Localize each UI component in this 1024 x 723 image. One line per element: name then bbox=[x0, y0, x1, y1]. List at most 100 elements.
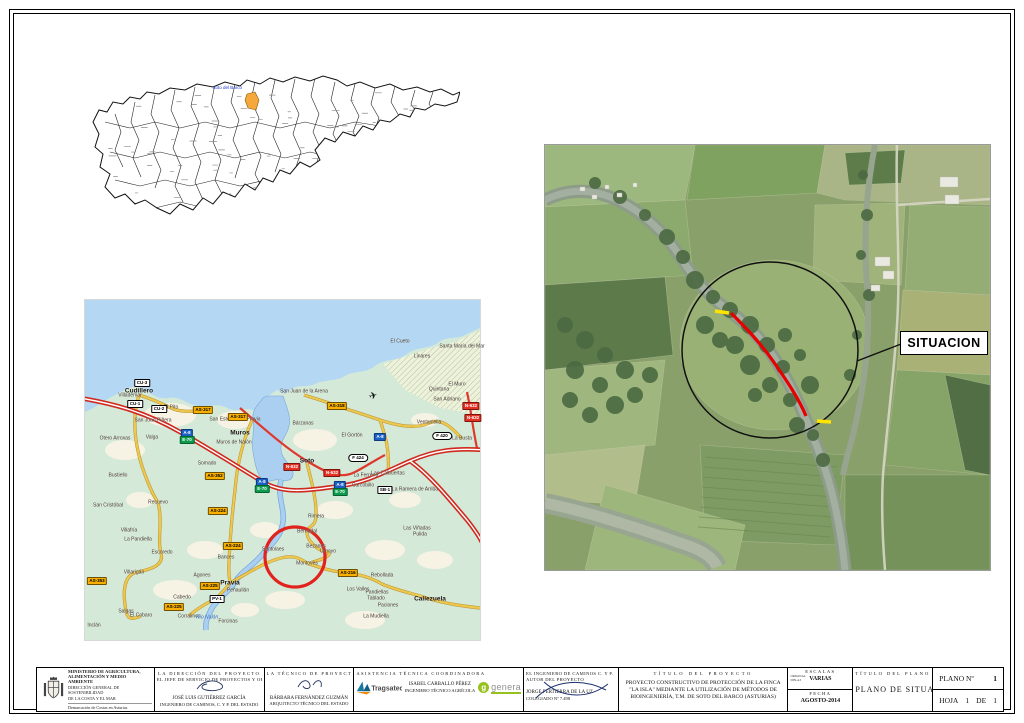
plan-number-label: PLANO Nº bbox=[939, 674, 974, 683]
author-header: EL INGENIERO DE CAMINOS C. Y P. bbox=[526, 671, 616, 677]
technician-signature bbox=[295, 677, 329, 691]
assistance-name: ISABEL CARBALLO PÉREZ bbox=[405, 682, 476, 688]
plan-title-header: TÍTULO DEL PLANO bbox=[855, 671, 930, 677]
aerial-photo: SITUACION bbox=[545, 145, 990, 570]
yellow-tick-end bbox=[817, 421, 831, 422]
town-label: La Ramera de Arriba bbox=[392, 488, 438, 493]
town-label: Paciones bbox=[378, 604, 399, 609]
plan-number-cell: PLANO Nº 1 HOJA 1 DE 1 bbox=[933, 668, 1003, 711]
direction-role: INGENIERO DE CAMINOS, C. Y P. DEL ESTADO bbox=[157, 702, 262, 707]
town-label: Tablado bbox=[367, 597, 385, 602]
road-badge: AS-224 bbox=[223, 542, 243, 550]
road-badge: CU-3 bbox=[134, 379, 150, 387]
town-label: Carcobillo bbox=[352, 484, 374, 489]
sheet-of-label: DE bbox=[976, 696, 986, 705]
town-label: Valga bbox=[146, 436, 158, 441]
road-badge: E-70 bbox=[255, 485, 270, 493]
road-badge: PV-1 bbox=[210, 595, 225, 603]
date-header: FECHA bbox=[788, 691, 852, 697]
road-badge: AS-353 bbox=[87, 577, 107, 585]
plan-sheet: { "asturias_map": { "highlight_label": "… bbox=[0, 0, 1024, 723]
genera-logo-text: genera bbox=[491, 682, 521, 694]
asturias-municipalities-map: Soto del Barco bbox=[85, 62, 460, 237]
spain-coat-of-arms-icon bbox=[43, 676, 64, 704]
road-badge: AS-216 bbox=[338, 569, 358, 577]
town-label: Pulida bbox=[413, 533, 427, 538]
town-label: Urnayo bbox=[320, 550, 336, 555]
scales-value: VARIAS bbox=[788, 676, 852, 682]
genera-logo-icon: g bbox=[478, 682, 489, 693]
project-title-line: BIOINGENIERÍA, T.M. DE SOTO DEL BARCO (A… bbox=[623, 694, 784, 701]
town-label: Bárzanas bbox=[292, 422, 313, 427]
road-badge: F 420 bbox=[432, 432, 452, 440]
road-badge: AS-318 bbox=[327, 402, 347, 410]
town-label: Muros bbox=[230, 431, 250, 436]
town-label: El Gortón bbox=[341, 434, 362, 439]
road-badge: AS-352 bbox=[205, 472, 225, 480]
road-map: ✈ CudilleroMurosSotoPraviaCallezuelaVill… bbox=[85, 300, 480, 640]
direction-header: LA DIRECCIÓN DEL PROYECTO bbox=[157, 671, 262, 677]
town-label: La Pandiella bbox=[124, 538, 152, 543]
town-label: Agones bbox=[194, 574, 211, 579]
technician-cell: LA TÉCNICO DE PROYECTOS Y OBRAS BÁRBARA … bbox=[265, 668, 355, 711]
project-title-cell: TÍTULO DEL PROYECTO PROYECTO CONSTRUCTIV… bbox=[619, 668, 789, 711]
road-badge: CU-1 bbox=[127, 400, 143, 408]
road-badge: AS-317 bbox=[228, 413, 248, 421]
road-badge: SB-1 bbox=[377, 486, 392, 494]
town-label: San Juan Piñera bbox=[135, 419, 172, 424]
road-badge: E-70 bbox=[333, 488, 348, 496]
town-label: Santa María del Mar bbox=[439, 345, 484, 350]
ministry-line: DIRECCIÓN GENERAL DE SOSTENIBILIDAD bbox=[68, 685, 152, 696]
title-block: MINISTERIO DE AGRICULTURA, ALIMENTACIÓN … bbox=[36, 667, 1004, 712]
sheet-label: HOJA bbox=[939, 696, 958, 705]
road-badge: AS-225 bbox=[164, 603, 184, 611]
road-badge: AS-317 bbox=[193, 406, 213, 414]
date-value: AGOSTO-2014 bbox=[788, 698, 852, 704]
road-badge: N-632 bbox=[323, 469, 340, 477]
town-label: Ventaniella bbox=[417, 421, 441, 426]
town-label: Peñaullán bbox=[227, 589, 249, 594]
town-label: Soto bbox=[300, 459, 314, 464]
plan-title-cell: TÍTULO DEL PLANO PLANO DE SITUACIÓN bbox=[853, 668, 933, 711]
town-label: Somado bbox=[198, 462, 217, 467]
town-label: Rebollada bbox=[371, 574, 394, 579]
sheet-number-row: HOJA 1 DE 1 bbox=[933, 689, 1003, 711]
town-label: Villademar bbox=[118, 394, 142, 399]
plan-number-value: 1 bbox=[993, 674, 997, 683]
aerial-graphics bbox=[545, 145, 990, 570]
author-subheader: AUTOR DEL PROYECTO bbox=[526, 677, 616, 683]
road-badge: N-632 bbox=[283, 463, 300, 471]
yellow-tick-start bbox=[715, 311, 729, 313]
road-badge: AS-225 bbox=[200, 582, 220, 590]
town-label: Bances bbox=[218, 556, 235, 561]
assistance-header: ASISTENCIA TÉCNICA COORDINADORA bbox=[356, 671, 521, 677]
town-label: Cabedo bbox=[173, 596, 191, 601]
technician-header: LA TÉCNICO DE PROYECTOS Y OBRAS bbox=[267, 671, 352, 677]
town-label: Bernadal bbox=[297, 530, 317, 535]
roadmap-labels: CudilleroMurosSotoPraviaCallezuelaVillad… bbox=[85, 300, 480, 640]
ministry-line: ALIMENTACIÓN Y MEDIO AMBIENTE bbox=[68, 674, 152, 685]
genera-logo: g genera bbox=[478, 682, 521, 694]
town-label: Villarigán bbox=[124, 571, 144, 576]
town-label: Pravia bbox=[220, 581, 240, 586]
town-label: San Juan de la Arena bbox=[280, 390, 328, 395]
scales-row: ESCALAS ORIGINAL DIN-A3 VARIAS bbox=[788, 668, 852, 689]
plan-title-value: PLANO DE SITUACIÓN bbox=[855, 685, 930, 694]
asturias-outline bbox=[93, 76, 460, 214]
ministry-text: MINISTERIO DE AGRICULTURA, ALIMENTACIÓN … bbox=[68, 669, 152, 711]
tragsatec-logo: Tragsatec bbox=[356, 679, 401, 697]
road-badge: N-632 bbox=[464, 414, 481, 422]
ministry-cell: MINISTERIO DE AGRICULTURA, ALIMENTACIÓN … bbox=[37, 668, 155, 711]
road-badge: A-8 bbox=[374, 433, 386, 441]
highlighted-municipality-label: Soto del Barco bbox=[212, 85, 242, 90]
town-label: Bustiello bbox=[109, 474, 128, 479]
town-label: Rimera bbox=[308, 515, 324, 520]
svg-text:Tragsatec: Tragsatec bbox=[372, 685, 402, 692]
town-label: El Cueto bbox=[390, 340, 409, 345]
assistance-role: INGENIERO TÉCNICO AGRÍCOLA bbox=[405, 688, 476, 693]
direction-subheader: EL JEFE DE SERVICIO DE PROYECTOS Y OBRAS bbox=[157, 677, 262, 683]
town-label: San Cristóbal bbox=[93, 504, 123, 509]
town-label: El Muro bbox=[448, 383, 465, 388]
town-label: Santolaes bbox=[262, 548, 284, 553]
town-label: Forcinas bbox=[218, 620, 237, 625]
